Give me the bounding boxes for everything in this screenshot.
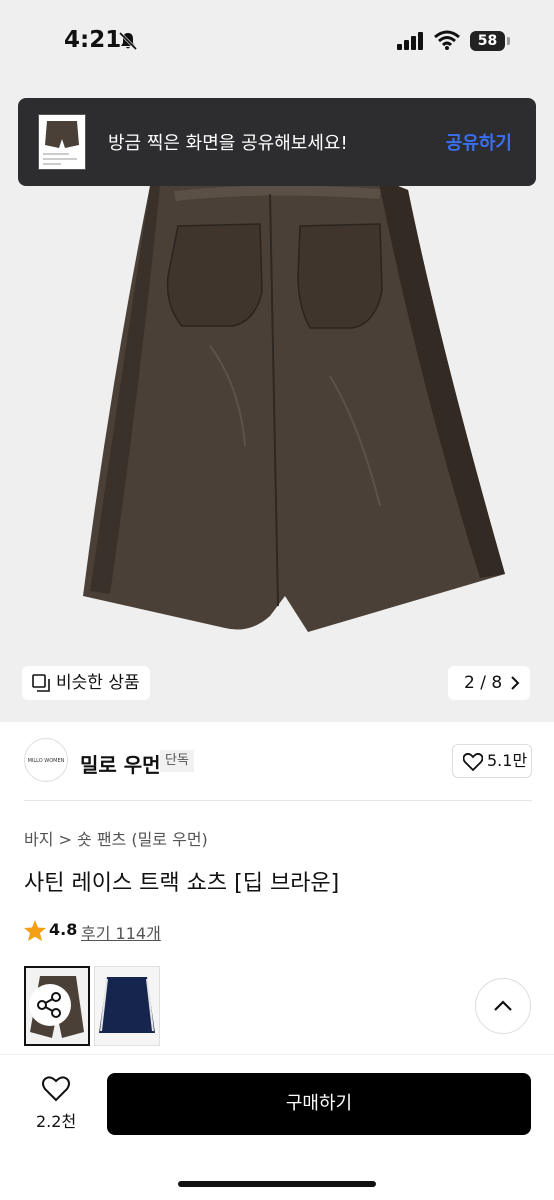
similar-products-label: 비슷한 상품 <box>56 673 140 693</box>
share-icon <box>37 992 61 1018</box>
home-indicator <box>178 1181 376 1187</box>
buy-button[interactable]: 구매하기 <box>107 1073 531 1135</box>
pager-text: 2 / 8 <box>464 673 503 693</box>
brand-like-count: 5.1만 <box>487 751 528 770</box>
toast-message: 방금 찍은 화면을 공유해보세요! <box>108 133 348 154</box>
wifi-icon <box>434 30 460 50</box>
brand-row: MILLO WOMEN 밀로 우먼 단독 5.1만 <box>24 738 532 784</box>
divider <box>24 800 532 801</box>
heart-icon[interactable] <box>42 1076 70 1102</box>
brand-like-button[interactable]: 5.1만 <box>452 744 532 778</box>
screenshot-thumbnail <box>38 114 86 170</box>
share-toast: 방금 찍은 화면을 공유해보세요! 공유하기 <box>18 98 536 186</box>
share-action-button[interactable]: 공유하기 <box>446 129 512 155</box>
image-pager[interactable]: 2 / 8 <box>448 666 530 700</box>
exclusive-badge: 단독 <box>160 750 194 772</box>
brand-logo[interactable]: MILLO WOMEN <box>24 738 68 782</box>
review-link[interactable]: 후기 114개 <box>81 920 161 944</box>
heart-icon <box>463 753 483 771</box>
status-bar: 4:21 58 <box>0 0 554 86</box>
chevron-up-icon <box>494 1000 512 1011</box>
rating-score: 4.8 <box>49 920 78 939</box>
brand-name[interactable]: 밀로 우먼 <box>80 749 161 778</box>
product-title: 사틴 레이스 트랙 쇼츠 [딥 브라운] <box>24 871 340 896</box>
star-icon <box>24 920 46 941</box>
battery-level: 58 <box>470 31 505 51</box>
wish-count: 2.2천 <box>36 1112 77 1131</box>
similar-products-button[interactable]: 비슷한 상품 <box>22 666 150 700</box>
bell-slash-icon <box>118 31 138 51</box>
scroll-to-top-button[interactable] <box>475 978 531 1034</box>
color-thumbnail-navy[interactable] <box>94 966 160 1046</box>
battery-cap <box>507 37 510 45</box>
chevron-right-icon <box>511 676 520 690</box>
share-button[interactable] <box>29 984 71 1026</box>
signal-icon <box>397 32 423 50</box>
breadcrumb[interactable]: 바지 > 숏 팬츠 (밀로 우먼) <box>24 826 208 850</box>
status-time: 4:21 <box>64 27 122 53</box>
similar-icon <box>32 674 50 692</box>
